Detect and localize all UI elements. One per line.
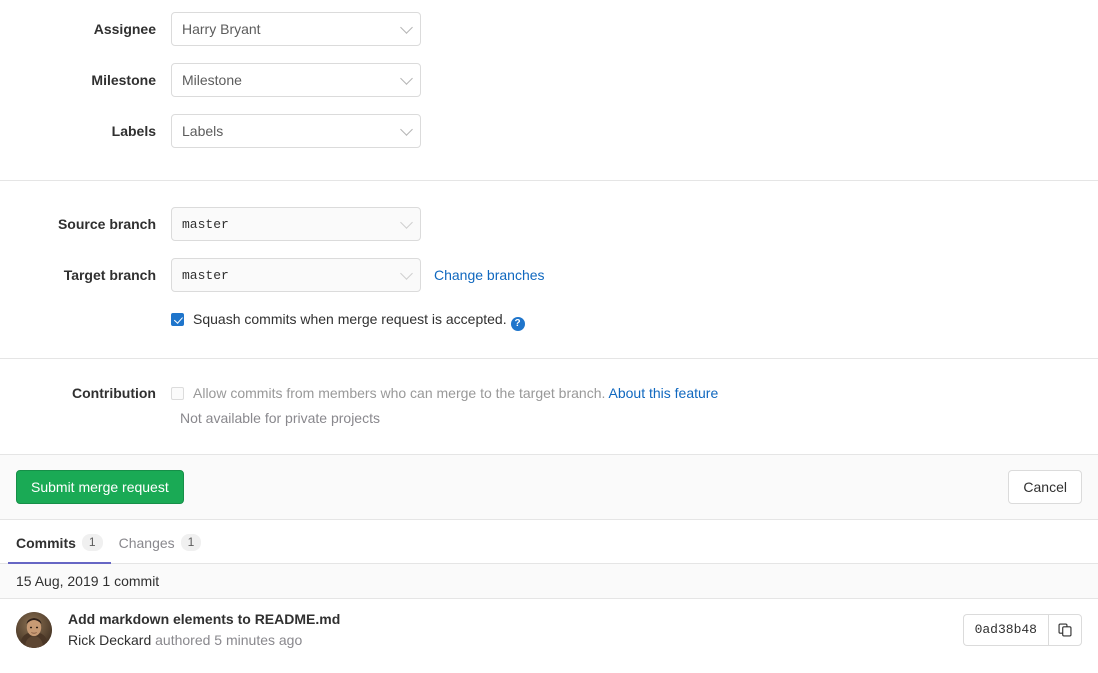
chevron-down-icon (400, 21, 413, 34)
commit-sha-group: 0ad38b48 (962, 614, 1082, 646)
copy-icon (1058, 623, 1072, 637)
copy-icon-button[interactable] (1048, 614, 1082, 646)
assignee-select-value: Harry Bryant (182, 21, 261, 37)
form-row-assignee: Assignee Harry Bryant (0, 12, 1098, 46)
change-branches-link[interactable]: Change branches (434, 267, 545, 283)
contribution-label: Contribution (72, 385, 156, 401)
milestone-select[interactable]: Milestone (171, 63, 421, 97)
tab-changes-count: 1 (180, 534, 202, 551)
help-icon[interactable]: ? (510, 317, 525, 331)
merge-request-form: Assignee Harry Bryant Milestone Mileston… (0, 0, 1098, 454)
form-row-labels: Labels Labels (0, 114, 1098, 148)
tab-commits[interactable]: Commits 1 (8, 520, 111, 564)
merge-request-tabs: Commits 1 Changes 1 (0, 520, 1098, 564)
milestone-select-value: Milestone (182, 72, 242, 88)
tab-commits-label: Commits (16, 534, 76, 551)
assignee-select[interactable]: Harry Bryant (171, 12, 421, 46)
chevron-down-icon (400, 72, 413, 85)
commit-date-header: 15 Aug, 2019 1 commit (0, 564, 1098, 599)
allow-commits-checkbox (171, 387, 184, 400)
target-branch-select[interactable]: master (171, 258, 421, 292)
commit-list-item: Add markdown elements to README.md Rick … (0, 599, 1098, 661)
allow-commits-label: Allow commits from members who can merge… (193, 385, 606, 401)
contribution-note: Not available for private projects (180, 410, 380, 426)
chevron-down-icon (400, 216, 413, 229)
squash-commits-checkbox[interactable] (171, 313, 184, 326)
squash-commits-label[interactable]: Squash commits when merge request is acc… (193, 311, 507, 327)
target-branch-label: Target branch (63, 267, 156, 283)
tab-changes-label: Changes (118, 534, 175, 551)
squash-commits-row: Squash commits when merge request is acc… (0, 310, 1098, 331)
cancel-button[interactable]: Cancel (1008, 470, 1082, 504)
chevron-down-icon (400, 267, 413, 280)
commit-title[interactable]: Add markdown elements to README.md (68, 610, 963, 629)
tab-commits-count: 1 (81, 534, 103, 551)
chevron-down-icon (400, 123, 413, 136)
labels-select[interactable]: Labels (171, 114, 421, 148)
user-avatar[interactable] (16, 612, 52, 648)
form-row-milestone: Milestone Milestone (0, 63, 1098, 97)
about-this-feature-link[interactable]: About this feature (609, 385, 719, 401)
milestone-label: Milestone (91, 72, 156, 88)
form-action-bar: Submit merge request Cancel (0, 454, 1098, 520)
labels-label: Labels (111, 123, 156, 139)
allow-commits-row: Allow commits from members who can merge… (171, 384, 1082, 403)
commit-sha-button[interactable]: 0ad38b48 (962, 614, 1048, 646)
commit-author[interactable]: Rick Deckard (68, 632, 151, 648)
submit-merge-request-button[interactable]: Submit merge request (16, 470, 184, 504)
labels-select-value: Labels (182, 123, 224, 139)
commit-timestamp: authored 5 minutes ago (155, 632, 303, 648)
form-row-contribution: Contribution Allow commits from members … (0, 384, 1098, 428)
form-row-target-branch: Target branch master Change branches (0, 258, 1098, 292)
tab-changes[interactable]: Changes 1 (111, 520, 210, 563)
assignee-label: Assignee (93, 21, 156, 37)
form-row-source-branch: Source branch master (0, 207, 1098, 241)
source-branch-label: Source branch (57, 216, 156, 232)
target-branch-value: master (182, 267, 229, 283)
source-branch-select[interactable]: master (171, 207, 421, 241)
source-branch-value: master (182, 216, 229, 232)
